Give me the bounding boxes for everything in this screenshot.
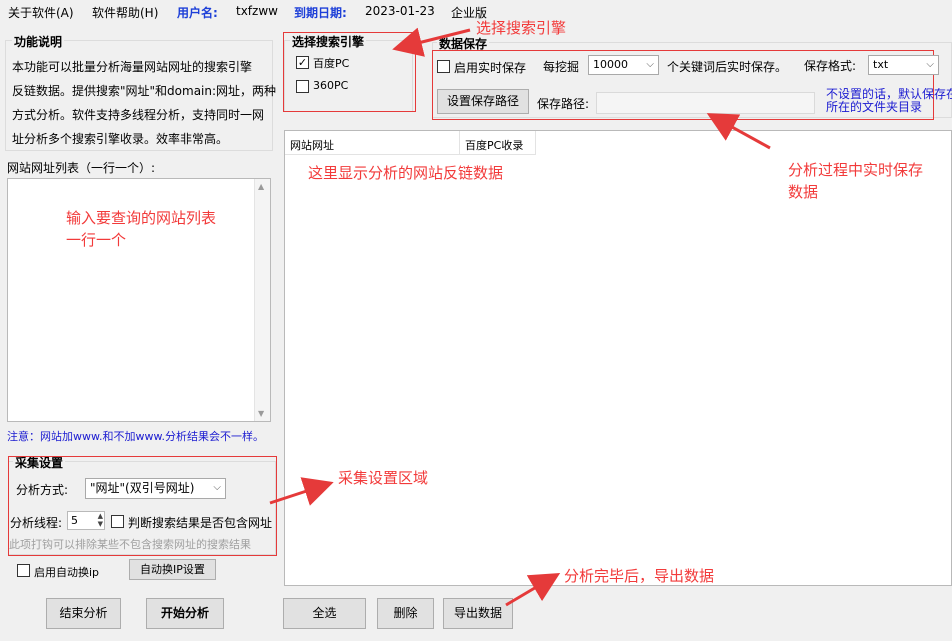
start-analysis-button[interactable]: 开始分析	[146, 598, 224, 629]
annotation-engine: 选择搜索引擎	[476, 19, 567, 37]
annotation-input-list: 输入要查询的网站列表 一行一个	[66, 207, 216, 251]
menu-help[interactable]: 软件帮助(H)	[92, 4, 158, 21]
engine-highlight-box	[283, 32, 416, 112]
description-line: 方式分析。软件支持多线程分析，支持同时一网	[12, 108, 265, 122]
column-header-baidu[interactable]: 百度PC收录	[460, 131, 536, 155]
realtime-save-checkbox[interactable]	[437, 60, 450, 73]
format-label: 保存格式:	[804, 59, 857, 73]
collect-highlight-box	[8, 456, 277, 556]
format-value: txt	[873, 58, 889, 71]
auto-ip-settings-button[interactable]: 自动换IP设置	[129, 559, 216, 580]
format-select[interactable]: txt ⌵	[868, 55, 939, 75]
description-line: 址分析多个搜索引擎收录。效率非常高。	[12, 132, 229, 146]
every-label: 每挖掘	[543, 60, 580, 74]
default-path-note: 不设置的话，默认保存在 所在的文件夹目录	[826, 88, 952, 114]
delete-button[interactable]: 删除	[377, 598, 434, 629]
every-count-value: 10000	[593, 58, 628, 71]
url-list-scrollbar[interactable]: ▲ ▼	[254, 179, 270, 421]
description-line: 反链数据。提供搜索"网址"和domain:网址，两种	[12, 84, 277, 98]
scroll-down-icon[interactable]: ▼	[258, 409, 264, 418]
auto-ip-label: 启用自动换ip	[34, 566, 100, 579]
annotation-line: 输入要查询的网站列表	[66, 209, 217, 227]
description-line: 本功能可以批量分析海量网站网址的搜索引擎	[12, 60, 253, 74]
annotation-line: 数据	[788, 183, 819, 201]
annotation-realtime: 分析过程中实时保存 数据	[788, 159, 923, 203]
annotation-line: 一行一个	[66, 231, 127, 249]
auto-ip-checkbox[interactable]	[17, 564, 30, 577]
scroll-up-icon[interactable]: ▲	[258, 182, 264, 191]
expire-value: 2023-01-23	[365, 4, 435, 18]
annotation-export: 分析完毕后，导出数据	[564, 567, 715, 585]
description-title: 功能说明	[12, 33, 65, 50]
default-path-note-line: 所在的文件夹目录	[826, 100, 923, 114]
annotation-line: 分析过程中实时保存	[788, 161, 924, 179]
export-data-button[interactable]: 导出数据	[443, 598, 513, 629]
save-path-field[interactable]	[596, 92, 815, 114]
url-list-note: 注意：网站加www.和不加www.分析结果会不一样。	[7, 430, 264, 443]
column-header-url[interactable]: 网站网址	[285, 131, 460, 155]
after-label: 个关键词后实时保存。	[667, 60, 788, 74]
url-list-label: 网站网址列表（一行一个）:	[7, 161, 156, 175]
every-count-select[interactable]: 10000 ⌵	[588, 55, 659, 75]
expire-label: 到期日期:	[294, 6, 347, 20]
chevron-down-icon: ⌵	[646, 59, 654, 70]
annotation-results: 这里显示分析的网站反链数据	[308, 164, 504, 182]
user-value: txfzww	[236, 4, 278, 18]
chevron-down-icon: ⌵	[926, 59, 934, 70]
save-path-label: 保存路径:	[537, 97, 590, 111]
annotation-collect-area: 采集设置区域	[338, 469, 429, 487]
stop-analysis-button[interactable]: 结束分析	[46, 598, 121, 629]
select-all-button[interactable]: 全选	[283, 598, 366, 629]
description-text: 本功能可以批量分析海量网站网址的搜索引擎 反链数据。提供搜索"网址"和domai…	[12, 55, 276, 151]
menu-about[interactable]: 关于软件(A)	[8, 4, 74, 21]
set-save-path-button[interactable]: 设置保存路径	[437, 89, 529, 114]
realtime-save-label: 启用实时保存	[454, 61, 527, 75]
user-label: 用户名:	[177, 6, 218, 20]
